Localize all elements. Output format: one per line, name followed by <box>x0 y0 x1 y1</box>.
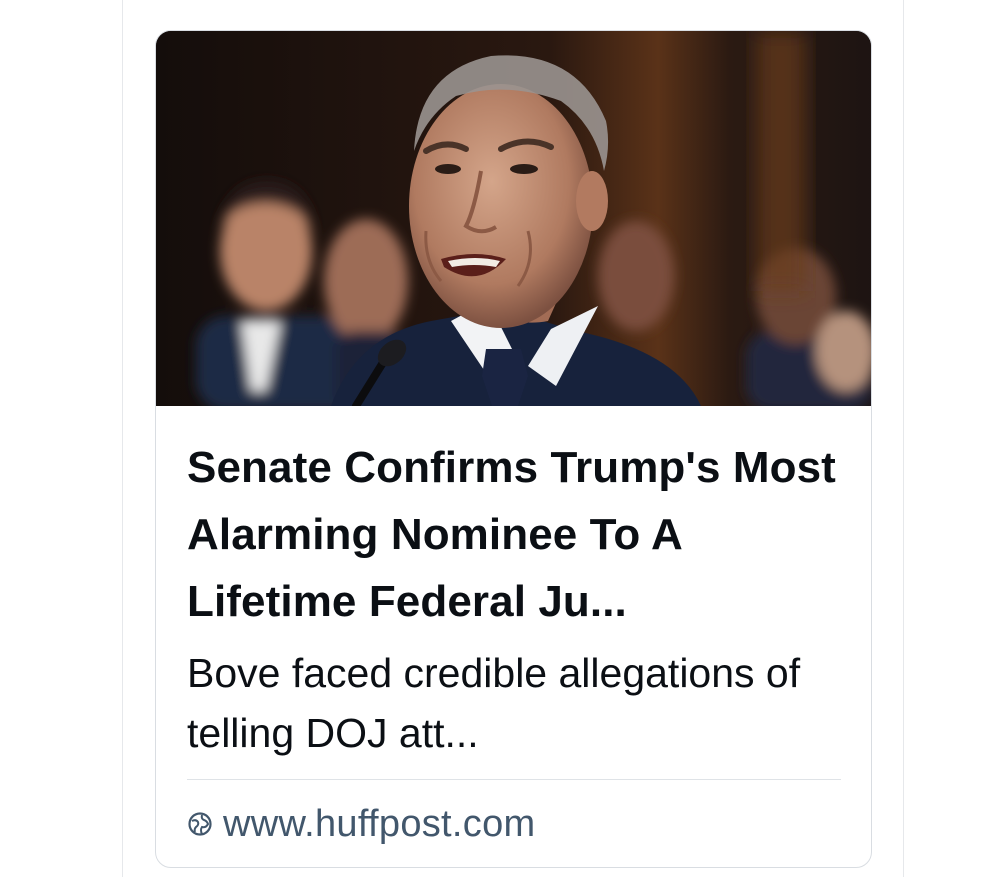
card-divider <box>187 779 841 780</box>
article-source[interactable]: www.huffpost.com <box>187 801 535 847</box>
globe-icon <box>187 811 213 837</box>
thumbnail-photo <box>156 31 871 406</box>
article-thumbnail[interactable] <box>156 31 871 406</box>
source-domain[interactable]: www.huffpost.com <box>223 803 535 846</box>
article-description: Bove faced credible allegations of telli… <box>187 650 801 756</box>
article-title[interactable]: Senate Confirms Trump's Most Alarming No… <box>187 434 847 635</box>
link-preview-card[interactable]: Senate Confirms Trump's Most Alarming No… <box>155 30 872 868</box>
